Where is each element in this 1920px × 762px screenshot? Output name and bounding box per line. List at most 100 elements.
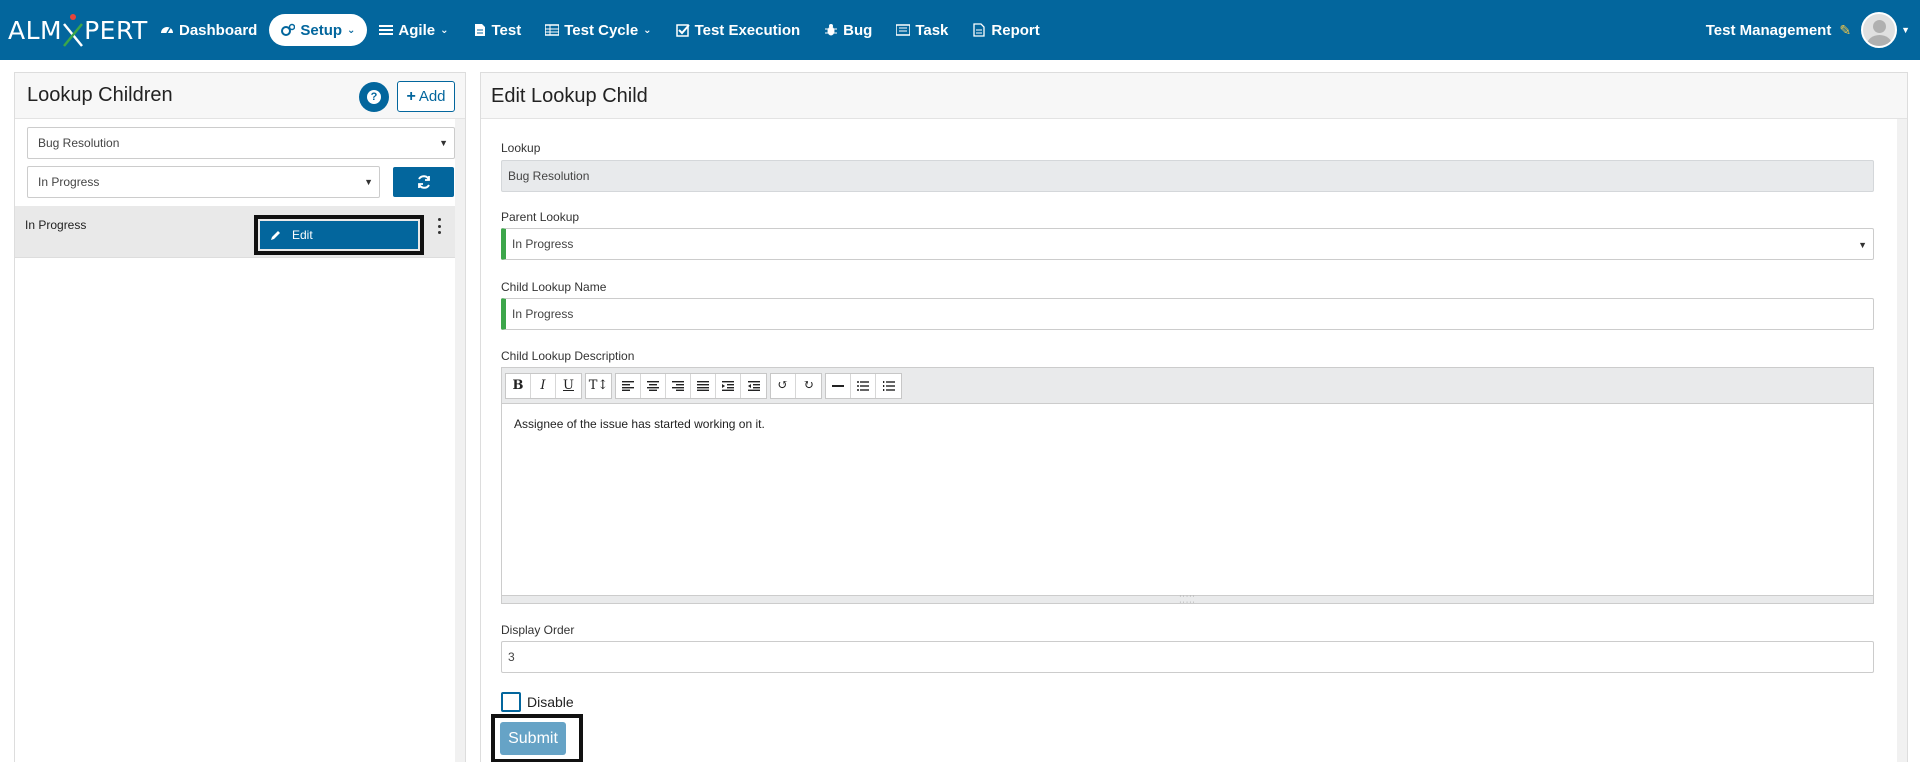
edit-button[interactable]: Edit [260,221,418,249]
caret-down-icon: ▼ [364,177,373,187]
project-name: Test Management [1705,21,1832,39]
help-button[interactable]: ? [359,82,389,112]
nav-test-label: Test [491,21,522,39]
nav-task[interactable]: Task [884,14,960,46]
bullet-list-icon[interactable] [851,373,876,398]
list-item[interactable]: In Progress Edit [15,206,455,258]
display-order-value: 3 [508,650,515,664]
bold-icon[interactable]: B [506,373,531,398]
edit-lookup-child-title: Edit Lookup Child [491,85,648,107]
nav-test[interactable]: Test [461,14,534,46]
nav-agile-label: Agile [398,21,436,39]
lookup-select-value: Bug Resolution [38,136,120,150]
logo-text-alm: ALM [8,15,63,45]
display-order-input[interactable]: 3 [501,641,1874,673]
lookup-children-panel: Lookup Children ? + Add Bug Resolution ▼… [14,72,466,762]
caret-down-icon[interactable]: ▼ [1901,25,1910,35]
left-panel-scrollbar[interactable] [455,119,465,762]
disable-checkbox[interactable] [501,692,521,712]
submit-highlight-box: Submit [491,714,583,762]
editor-toolbar: B I U T↕ ↺ ↻ [502,368,1873,404]
description-editor[interactable]: B I U T↕ ↺ ↻ Assignee of the issue has s… [501,367,1874,606]
description-editor-content[interactable]: Assignee of the issue has started workin… [514,417,765,431]
numbered-list-icon[interactable] [876,374,901,398]
nav-test-execution[interactable]: Test Execution [664,14,813,46]
insert-group [825,372,902,399]
nav-dashboard-label: Dashboard [179,21,258,39]
question-icon: ? [367,90,381,104]
nav-setup[interactable]: Setup ⌄ [269,14,368,46]
project-menu[interactable]: Test Management ✎ ▼ [1706,10,1910,50]
nav-test-cycle-label: Test Cycle [564,21,639,39]
pencil-icon [270,229,282,241]
add-button-label: Add [418,88,446,105]
nav-test-cycle[interactable]: Test Cycle ⌄ [533,14,663,46]
edit-highlight-box: Edit [254,215,424,255]
more-vertical-icon[interactable] [433,218,445,234]
add-button[interactable]: + Add [397,81,455,112]
nav-report[interactable]: Report [960,14,1051,46]
user-avatar[interactable] [1861,12,1898,48]
main-nav: Dashboard Setup ⌄ Agile ⌄ Test Test Cycl… [148,14,1052,46]
pencil-icon[interactable]: ✎ [1839,22,1851,39]
lookup-field: Bug Resolution [501,160,1874,192]
edit-lookup-child-panel: Edit Lookup Child Lookup Bug Resolution … [480,72,1908,762]
nav-dashboard[interactable]: Dashboard [148,14,269,46]
refresh-button[interactable] [393,167,454,197]
chevron-down-icon: ⌄ [347,24,356,36]
cogs-icon [281,23,296,37]
list-item-label: In Progress [25,218,87,232]
refresh-icon [417,175,430,189]
top-navbar: ALM PERT Dashboard Setup ⌄ Agile ⌄ Test … [0,0,1920,60]
bug-icon [824,23,838,37]
disable-checkbox-row: Disable [501,692,574,712]
underline-icon[interactable]: U [556,374,581,398]
file-text-icon [972,23,986,37]
caret-down-icon: ▼ [439,138,448,148]
chevron-down-icon: ⌄ [643,24,652,36]
undo-icon[interactable]: ↺ [771,373,796,398]
parent-lookup-label: Parent Lookup [501,210,580,224]
indent-icon[interactable] [716,373,741,398]
nav-bug[interactable]: Bug [812,14,884,46]
nav-agile[interactable]: Agile ⌄ [367,14,460,46]
parent-lookup-select[interactable]: In Progress ▼ [501,228,1874,260]
align-justify-icon[interactable] [691,373,716,398]
alignment-group [615,372,767,399]
display-order-label: Display Order [501,623,575,637]
horizontal-rule-icon[interactable] [826,373,851,398]
submit-button[interactable]: Submit [500,722,566,755]
font-size-group: T↕ [585,372,612,399]
lookup-select[interactable]: Bug Resolution ▼ [27,127,455,159]
editor-resize-handle[interactable]: ····· ····· [502,593,1873,606]
file-icon [473,23,487,37]
almxpert-logo[interactable]: ALM PERT [8,12,148,48]
history-group: ↺ ↻ [770,372,822,399]
parent-lookup-filter-select[interactable]: In Progress ▼ [27,166,380,198]
edit-lookup-child-header: Edit Lookup Child [481,73,1907,119]
child-lookup-description-label: Child Lookup Description [501,349,635,363]
lookup-children-header: Lookup Children ? + Add [15,73,465,119]
align-center-icon[interactable] [641,373,666,398]
tasks-icon [896,23,911,37]
list-icon [379,23,394,37]
italic-icon[interactable]: I [531,373,556,398]
redo-icon[interactable]: ↻ [796,374,821,398]
table-icon [545,23,560,37]
lookup-children-title: Lookup Children [27,84,173,106]
caret-down-icon: ▼ [1858,240,1867,250]
align-left-icon[interactable] [616,373,641,398]
right-panel-scrollbar[interactable] [1897,119,1907,762]
font-size-icon[interactable]: T↕ [586,374,611,398]
align-right-icon[interactable] [666,373,691,398]
outdent-icon[interactable] [741,374,766,398]
nav-test-execution-label: Test Execution [694,21,801,39]
nav-report-label: Report [991,21,1040,39]
child-lookup-name-input[interactable]: In Progress [501,298,1874,330]
lookup-field-value: Bug Resolution [508,169,590,183]
lookup-label: Lookup [501,141,541,155]
parent-lookup-value: In Progress [512,237,574,251]
logo-text-pert: PERT [84,15,148,45]
tachometer-icon [160,23,174,37]
check-square-icon [675,23,690,37]
